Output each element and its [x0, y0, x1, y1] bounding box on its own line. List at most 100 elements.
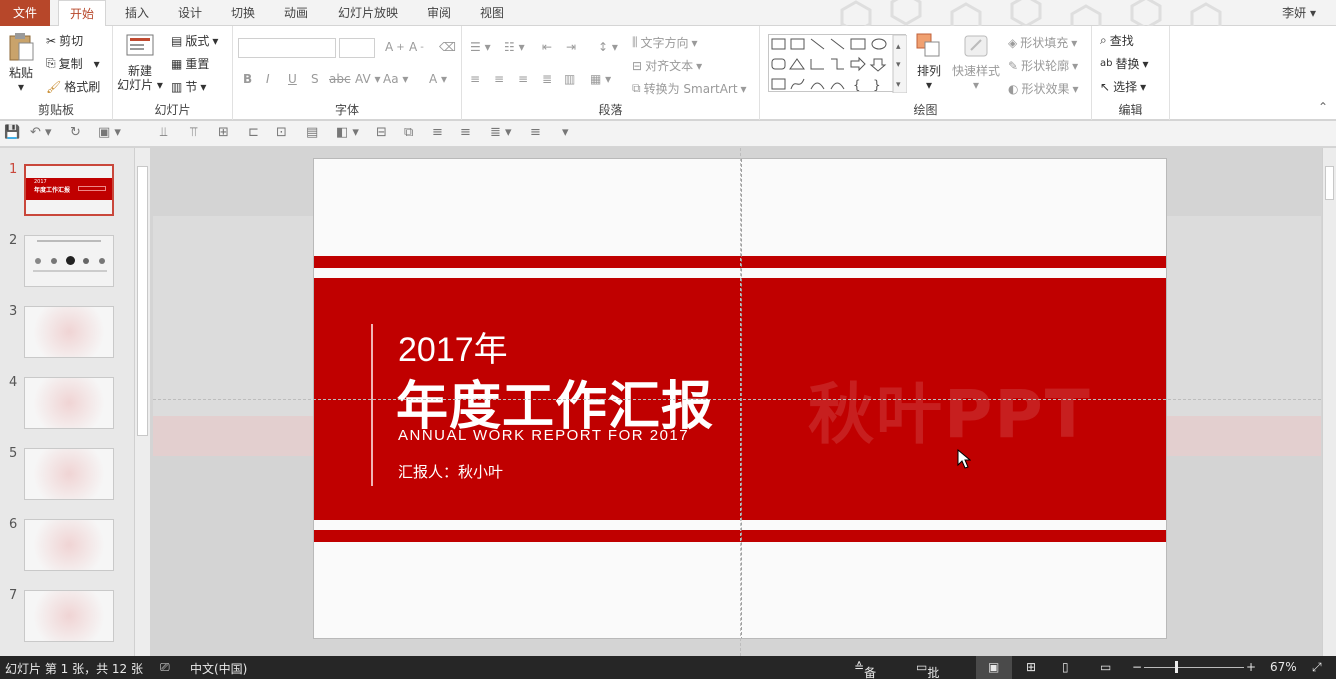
slide-reporter[interactable]: 汇报人：秋小叶: [398, 461, 503, 482]
align-middle-icon[interactable]: ⊡: [276, 125, 287, 140]
tab-slideshow[interactable]: 幻灯片放映: [332, 0, 404, 26]
paste-button[interactable]: 粘贴 ▾: [4, 32, 38, 94]
decrease-indent-button[interactable]: ⇤: [542, 40, 552, 54]
editor-scrollbar-thumb[interactable]: [1325, 166, 1334, 200]
group-icon[interactable]: ⧉: [404, 125, 413, 140]
align-center-button[interactable]: ≡: [494, 72, 504, 86]
text-left-icon[interactable]: ≡: [432, 125, 443, 140]
justify-button[interactable]: ≣: [542, 72, 552, 86]
quick-styles-button[interactable]: 快速样式 ▾: [950, 32, 1002, 92]
fill-color-icon[interactable]: ◧ ▾: [336, 125, 359, 140]
notes-button[interactable]: ≙ 备注: [854, 660, 876, 679]
present-icon[interactable]: ▣ ▾: [98, 125, 121, 140]
language-indicator[interactable]: 中文(中国): [190, 660, 247, 677]
cut-button[interactable]: ✂ 剪切: [46, 32, 83, 49]
align-center-v-icon[interactable]: ⊞: [218, 125, 229, 140]
distribute-icon[interactable]: ▤: [306, 125, 318, 140]
save-icon[interactable]: 💾: [4, 125, 20, 140]
tab-file[interactable]: 文件: [0, 0, 50, 26]
font-size-combo[interactable]: [339, 38, 375, 58]
comments-button[interactable]: ▭ 批注: [916, 660, 939, 679]
collapse-ribbon-button[interactable]: ⌃: [1318, 100, 1328, 114]
slide-thumbnail-1[interactable]: 2017 年度工作汇报: [24, 164, 114, 216]
select-button[interactable]: ↖ 选择 ▾: [1100, 78, 1146, 95]
replace-button[interactable]: ab 替换 ▾: [1100, 55, 1149, 72]
align-left-obj-icon[interactable]: ⊏: [248, 125, 259, 140]
font-color-button[interactable]: A ▾: [429, 72, 447, 86]
find-button[interactable]: ⌕ 查找: [1100, 32, 1134, 49]
text-center-icon[interactable]: ≡: [530, 125, 541, 140]
increase-indent-button[interactable]: ⇥: [566, 40, 576, 54]
underline-button[interactable]: U: [288, 72, 297, 86]
user-account[interactable]: 李妍 ▾: [1282, 0, 1316, 26]
center-icon[interactable]: ⊟: [376, 125, 387, 140]
slide-thumbnail-3[interactable]: [24, 306, 114, 358]
editor-scrollbar[interactable]: [1322, 148, 1336, 656]
reset-button[interactable]: ▦ 重置: [171, 55, 209, 72]
tab-animations[interactable]: 动画: [276, 0, 316, 26]
arrange-button[interactable]: 排列 ▾: [912, 32, 946, 92]
numbering-button[interactable]: ☷ ▾: [504, 40, 525, 54]
columns-button[interactable]: ▦ ▾: [590, 72, 611, 86]
align-right-button[interactable]: ≡: [518, 72, 528, 86]
zoom-slider-track[interactable]: [1144, 667, 1244, 668]
layout-button[interactable]: ▤ 版式 ▾: [171, 32, 218, 49]
slide-thumbnail-4[interactable]: [24, 377, 114, 429]
align-left-button[interactable]: ≡: [470, 72, 480, 86]
clear-format-icon[interactable]: ⌫: [439, 40, 456, 54]
font-name-combo[interactable]: [238, 38, 336, 58]
bullets-button[interactable]: ☰ ▾: [470, 40, 491, 54]
horizontal-guide[interactable]: [153, 399, 1321, 400]
tab-home[interactable]: 开始: [58, 0, 106, 27]
slide-sorter-icon[interactable]: ⊞: [1026, 660, 1036, 674]
slideshow-icon[interactable]: ▭: [1100, 660, 1111, 674]
tab-review[interactable]: 审阅: [419, 0, 459, 26]
tab-insert[interactable]: 插入: [117, 0, 157, 26]
slide-thumbnail-7[interactable]: [24, 590, 114, 642]
shadow-button[interactable]: S: [311, 72, 319, 86]
slide-thumbnail-2[interactable]: [24, 235, 114, 287]
text-direction-button[interactable]: ⫼ 文字方向 ▾: [632, 34, 698, 51]
zoom-slider-thumb[interactable]: [1175, 661, 1178, 673]
line-spacing-button[interactable]: ↕ ▾: [598, 40, 618, 54]
zoom-out-button[interactable]: −: [1132, 660, 1142, 674]
bold-button[interactable]: B: [243, 72, 252, 86]
new-slide-button[interactable]: 新建 幻灯片 ▾: [117, 32, 163, 92]
section-button[interactable]: ▥ 节 ▾: [171, 78, 206, 95]
align-top-icon[interactable]: ⫪: [190, 125, 197, 140]
redo-icon[interactable]: ↻: [70, 125, 81, 140]
vertical-guide-outer[interactable]: [740, 148, 741, 656]
tab-design[interactable]: 设计: [170, 0, 210, 26]
copy-button[interactable]: ⎘ 复制 ▾: [46, 55, 100, 72]
reading-view-icon[interactable]: ▯: [1062, 660, 1069, 674]
format-painter-button[interactable]: 🖌 格式刷: [46, 78, 100, 95]
grow-font-button[interactable]: A +: [385, 40, 405, 54]
align-bottom-icon[interactable]: ⫫: [160, 125, 167, 140]
tab-view[interactable]: 视图: [472, 0, 512, 26]
zoom-in-button[interactable]: +: [1246, 660, 1256, 674]
shrink-font-button[interactable]: A-: [409, 40, 424, 54]
text-justify-icon[interactable]: ≣ ▾: [490, 125, 512, 140]
align-text-button[interactable]: ⊟ 对齐文本 ▾: [632, 57, 702, 74]
thumbnail-scrollbar-thumb[interactable]: [137, 166, 148, 436]
shapes-gallery[interactable]: { } ▴ ▾ ▾: [768, 34, 908, 94]
italic-button[interactable]: I: [266, 72, 270, 86]
slide-thumbnail-5[interactable]: [24, 448, 114, 500]
zoom-level[interactable]: 67%: [1270, 660, 1297, 674]
text-right-icon[interactable]: ≡: [460, 125, 471, 140]
shape-outline-button[interactable]: ✎ 形状轮廓 ▾: [1008, 57, 1078, 74]
convert-smartart-button[interactable]: ⧉ 转换为 SmartArt ▾: [632, 80, 747, 97]
shape-effects-button[interactable]: ◐ 形状效果 ▾: [1008, 80, 1079, 97]
undo-icon[interactable]: ↶ ▾: [30, 125, 52, 140]
spellcheck-icon[interactable]: ⎚: [160, 660, 170, 675]
shape-fill-button[interactable]: ◈ 形状填充 ▾: [1008, 34, 1077, 51]
slide-subtitle[interactable]: ANNUAL WORK REPORT FOR 2017: [398, 427, 689, 444]
char-spacing-button[interactable]: AV ▾: [355, 72, 381, 86]
fit-to-window-icon[interactable]: ⤢: [1312, 660, 1322, 675]
slide-thumbnail-6[interactable]: [24, 519, 114, 571]
distributed-button[interactable]: ▥: [564, 72, 575, 86]
customize-qat-icon[interactable]: ▾: [562, 125, 569, 140]
strikethrough-button[interactable]: abc: [329, 72, 351, 86]
tab-transitions[interactable]: 切换: [223, 0, 263, 26]
thumbnail-scrollbar[interactable]: [134, 148, 150, 656]
